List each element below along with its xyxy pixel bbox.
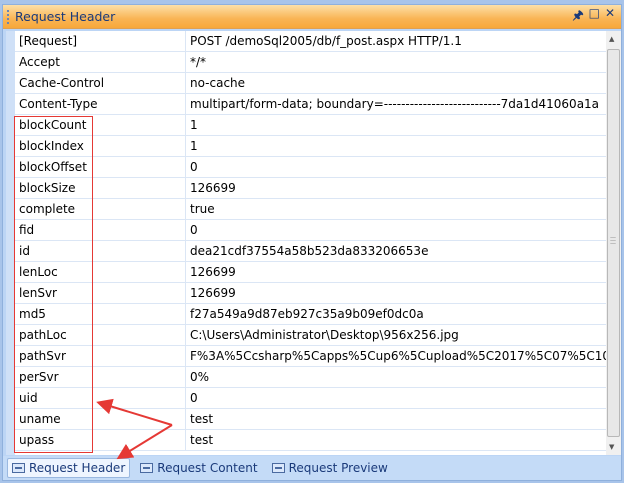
arrow-to-tab xyxy=(116,424,173,460)
annotation-arrows xyxy=(96,398,173,460)
arrow-to-fields xyxy=(96,398,173,426)
